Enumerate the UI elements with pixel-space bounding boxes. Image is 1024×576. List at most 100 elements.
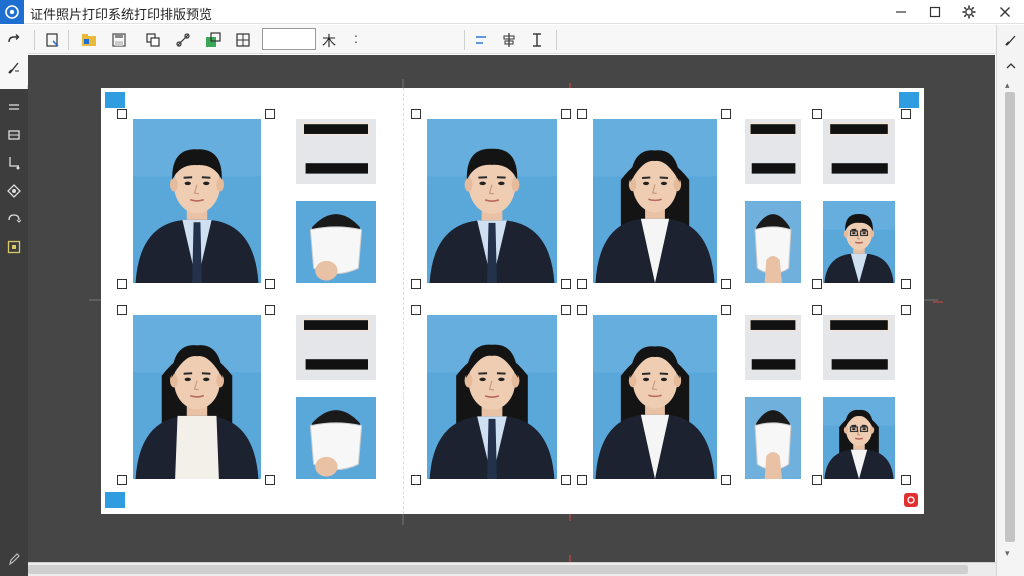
id-photo[interactable]	[427, 315, 557, 479]
toolbar-separator	[464, 30, 465, 50]
resize-handle[interactable]	[901, 279, 911, 289]
scroll-up-icon[interactable]: ▴	[1005, 80, 1010, 91]
id-photo[interactable]	[593, 315, 717, 479]
vertical-scrollbar[interactable]: ▴ ▾	[1004, 80, 1016, 562]
more-options-button[interactable]: :	[354, 30, 358, 46]
resize-handle[interactable]	[411, 109, 421, 119]
resize-handle[interactable]	[577, 305, 587, 315]
resize-handle[interactable]	[812, 305, 822, 315]
center-guide	[403, 88, 404, 514]
resize-handle[interactable]	[577, 475, 587, 485]
id-photo[interactable]	[133, 315, 261, 479]
layout-tool-icon[interactable]	[2, 124, 26, 146]
resize-handle[interactable]	[901, 475, 911, 485]
resize-handle[interactable]	[117, 109, 127, 119]
size-input[interactable]	[262, 28, 316, 50]
text-cursor-icon[interactable]	[526, 29, 548, 51]
app-logo-icon	[0, 0, 24, 24]
resize-handle[interactable]	[265, 475, 275, 485]
brush-right-icon[interactable]	[999, 29, 1023, 51]
main-toolbar: 木 :	[28, 25, 996, 54]
align-tool-icon[interactable]	[2, 96, 26, 118]
small-id-photo[interactable]	[745, 315, 801, 380]
resize-handle[interactable]	[561, 305, 571, 315]
resize-handle[interactable]	[561, 109, 571, 119]
resize-handle[interactable]	[901, 305, 911, 315]
link-icon[interactable]	[172, 29, 194, 51]
pencil-tool-icon[interactable]	[2, 548, 26, 570]
resize-handle[interactable]	[117, 279, 127, 289]
frame-tool-icon[interactable]	[2, 236, 26, 258]
font-button[interactable]: 木	[322, 31, 336, 51]
small-id-photo[interactable]	[823, 315, 895, 380]
resize-handle[interactable]	[721, 305, 731, 315]
brush-icon[interactable]	[2, 57, 26, 79]
close-button[interactable]	[988, 0, 1022, 24]
left-tool-panel	[0, 89, 28, 576]
small-id-photo[interactable]	[296, 397, 376, 479]
id-photo[interactable]	[593, 119, 717, 283]
copy-icon[interactable]	[142, 29, 164, 51]
resize-handle[interactable]	[577, 109, 587, 119]
resize-handle[interactable]	[411, 279, 421, 289]
alert-icon[interactable]	[904, 493, 918, 507]
title-bar: 证件照片打印系统打印排版预览	[0, 0, 1024, 24]
corner-marker-top-left[interactable]	[105, 92, 125, 108]
corner-marker-bottom-left[interactable]	[105, 492, 125, 508]
small-id-photo[interactable]	[745, 201, 801, 283]
left-sidebar-top	[0, 25, 28, 85]
id-photo[interactable]	[427, 119, 557, 283]
small-id-photo[interactable]	[745, 119, 801, 184]
grid-layout-icon[interactable]	[232, 29, 254, 51]
print-page[interactable]	[101, 88, 924, 514]
small-id-photo[interactable]	[823, 397, 895, 479]
resize-handle[interactable]	[265, 305, 275, 315]
small-id-photo[interactable]	[745, 397, 801, 479]
window-title: 证件照片打印系统打印排版预览	[30, 8, 213, 23]
rotate-tool-icon[interactable]	[2, 208, 26, 230]
resize-handle[interactable]	[721, 279, 731, 289]
app-window: 证件照片打印系统打印排版预览 木: ▴ ▾	[0, 0, 1024, 576]
resize-handle[interactable]	[561, 279, 571, 289]
image-insert-icon[interactable]	[202, 29, 224, 51]
resize-handle[interactable]	[117, 475, 127, 485]
new-doc-icon[interactable]	[42, 29, 64, 51]
maximize-button[interactable]	[918, 0, 952, 24]
align-left-icon[interactable]	[470, 29, 492, 51]
right-sidebar: ▴ ▾	[996, 25, 1024, 576]
resize-handle[interactable]	[721, 109, 731, 119]
small-id-photo[interactable]	[296, 119, 376, 184]
resize-handle[interactable]	[721, 475, 731, 485]
resize-handle[interactable]	[561, 475, 571, 485]
small-id-photo[interactable]	[823, 201, 895, 283]
diamond-tool-icon[interactable]	[2, 180, 26, 202]
save-icon[interactable]	[108, 29, 130, 51]
resize-handle[interactable]	[265, 279, 275, 289]
id-photo[interactable]	[133, 119, 261, 283]
print-canvas[interactable]	[28, 55, 995, 562]
align-center-icon[interactable]	[498, 29, 520, 51]
corner-marker-top-right[interactable]	[899, 92, 919, 108]
small-id-photo[interactable]	[296, 315, 376, 380]
collapse-up-icon[interactable]	[999, 55, 1023, 77]
crop-tool-icon[interactable]	[2, 152, 26, 174]
resize-handle[interactable]	[411, 305, 421, 315]
small-id-photo[interactable]	[296, 201, 376, 283]
horizontal-scroll-thumb[interactable]	[28, 565, 968, 574]
horizontal-scrollbar[interactable]	[28, 562, 996, 576]
open-folder-icon[interactable]	[78, 29, 100, 51]
resize-handle[interactable]	[812, 109, 822, 119]
resize-handle[interactable]	[265, 109, 275, 119]
resize-handle[interactable]	[411, 475, 421, 485]
resize-handle[interactable]	[577, 279, 587, 289]
resize-handle[interactable]	[812, 279, 822, 289]
resize-handle[interactable]	[117, 305, 127, 315]
small-id-photo[interactable]	[823, 119, 895, 184]
vertical-scroll-thumb[interactable]	[1005, 92, 1015, 542]
settings-button[interactable]	[952, 0, 986, 24]
resize-handle[interactable]	[901, 109, 911, 119]
minimize-button[interactable]	[884, 0, 918, 24]
resize-handle[interactable]	[812, 475, 822, 485]
redo-icon[interactable]	[2, 29, 26, 51]
scroll-down-icon[interactable]: ▾	[1005, 548, 1010, 559]
